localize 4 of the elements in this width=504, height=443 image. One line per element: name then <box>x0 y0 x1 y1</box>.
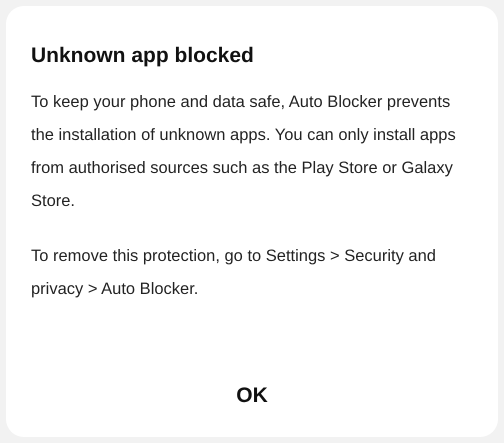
dialog-message: To remove this protection, go to Settings > Security and privacy > Auto Blocker. <box>31 246 437 300</box>
dialog-title: Unknown app blocked <box>31 43 255 69</box>
dialog-message: To keep your phone and data safe, Auto Blocker prevents the installation of unknown apps. You can only install apps from authorised sources such as the Play Store or Galaxy Store. <box>31 92 457 212</box>
ok-button[interactable]: OK <box>212 372 292 419</box>
